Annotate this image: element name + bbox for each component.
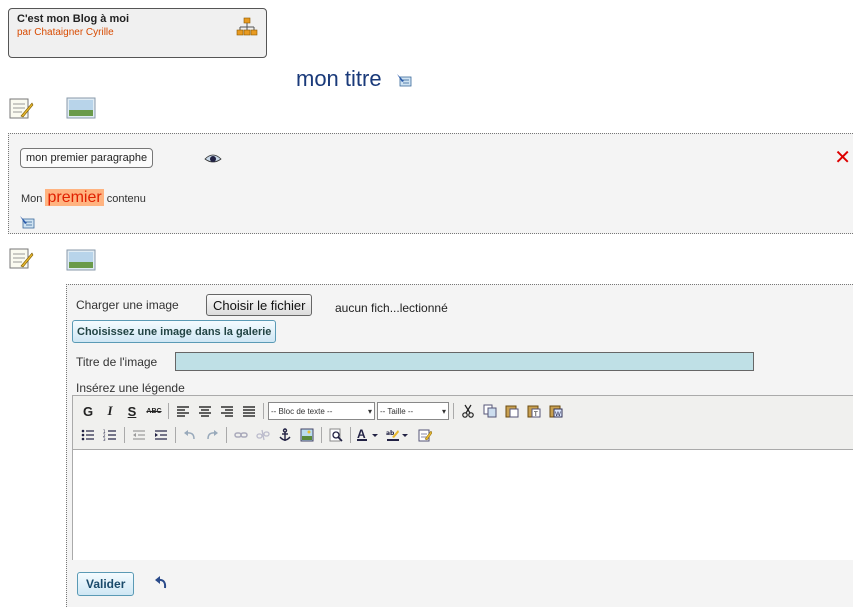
link-icon[interactable] (231, 425, 251, 445)
back-arrow-icon[interactable] (154, 576, 170, 595)
image-title-label: Titre de l'image (76, 355, 158, 369)
anchor-icon[interactable] (275, 425, 295, 445)
copy-icon[interactable] (480, 401, 500, 421)
toolbar-separator (321, 427, 322, 443)
zoom-icon[interactable] (326, 425, 346, 445)
align-right-icon[interactable] (217, 401, 237, 421)
toolbar-separator (263, 403, 264, 419)
outdent-icon[interactable] (129, 425, 149, 445)
notepad-edit-icon-2[interactable] (8, 246, 34, 273)
block-format-value: -- Bloc de texte -- (271, 406, 333, 416)
align-left-icon[interactable] (173, 401, 193, 421)
choose-file-button[interactable]: Choisir le fichier (206, 294, 313, 316)
caption-text-area[interactable] (73, 449, 853, 560)
rich-text-editor: G I S ABC -- Bloc de texte -- ▾ -- Taill… (72, 395, 853, 560)
toolbar-separator (175, 427, 176, 443)
toolbar-row-2: 123 A ab (77, 424, 436, 446)
sitemap-icon[interactable] (236, 17, 258, 42)
image-icon-2[interactable] (66, 248, 96, 275)
insert-image-icon[interactable] (297, 425, 317, 445)
redo-icon[interactable] (202, 425, 222, 445)
font-size-select[interactable]: -- Taille -- ▾ (377, 402, 449, 420)
chevron-down-icon: ▾ (367, 406, 372, 416)
notepad-edit-icon[interactable] (8, 96, 34, 123)
toolbar-separator (453, 403, 454, 419)
page-title: mon titre (296, 66, 412, 93)
undo-icon[interactable] (180, 425, 200, 445)
unlink-icon[interactable] (253, 425, 273, 445)
highlight-color-icon[interactable]: ab (385, 425, 413, 445)
highlighted-word: premier (45, 189, 104, 206)
paragraph-content-after: contenu (103, 193, 146, 205)
bullet-list-icon[interactable] (78, 425, 98, 445)
paste-word-icon[interactable]: W (546, 401, 566, 421)
blog-author: par Chataigner Cyrille (17, 27, 114, 38)
text-color-icon[interactable]: A (355, 425, 383, 445)
blog-header-card: C'est mon Blog à moi par Chataigner Cyri… (8, 8, 267, 58)
close-icon[interactable]: ✕ (834, 148, 851, 168)
toolbar-separator (226, 427, 227, 443)
svg-text:3: 3 (103, 437, 106, 441)
italic-button[interactable]: I (100, 401, 120, 421)
paste-icon[interactable] (502, 401, 522, 421)
block-format-select[interactable]: -- Bloc de texte -- ▾ (268, 402, 375, 420)
paragraph-block: mon premier paragraphe ✕ Mon premier con… (8, 133, 853, 234)
strike-button[interactable]: ABC (144, 401, 164, 421)
numbered-list-icon[interactable]: 123 (100, 425, 120, 445)
paragraph-content: Mon premier contenu (21, 189, 146, 207)
toolbar-row-1: G I S ABC -- Bloc de texte -- ▾ -- Taill… (77, 400, 567, 422)
image-editor-form: Charger une image Choisir le fichier auc… (66, 284, 853, 607)
svg-text:W: W (555, 411, 561, 418)
gallery-button[interactable]: Choisissez une image dans la galerie (72, 320, 277, 343)
paste-text-icon[interactable]: T (524, 401, 544, 421)
image-title-input[interactable] (175, 352, 754, 371)
toolbar-separator (124, 427, 125, 443)
align-center-icon[interactable] (195, 401, 215, 421)
blog-title: C'est mon Blog à moi (17, 13, 130, 25)
edit-content-icon[interactable] (19, 215, 35, 232)
submit-button[interactable]: Valider (77, 572, 135, 596)
indent-icon[interactable] (151, 425, 171, 445)
eye-icon[interactable] (204, 153, 222, 168)
toolbar-separator (168, 403, 169, 419)
image-icon[interactable] (66, 96, 96, 123)
paragraph-content-before: Mon (21, 193, 46, 205)
underline-button[interactable]: S (122, 401, 142, 421)
svg-text:T: T (533, 411, 538, 418)
bold-button[interactable]: G (78, 401, 98, 421)
no-file-text: aucun fich...lectionné (335, 301, 448, 315)
chevron-down-icon: ▾ (441, 406, 446, 416)
toolbar-separator (350, 427, 351, 443)
font-size-value: -- Taille -- (380, 406, 414, 416)
cut-icon[interactable] (458, 401, 478, 421)
caption-label: Insérez une légende (76, 381, 185, 395)
edit-source-icon[interactable] (415, 425, 435, 445)
page-title-text: mon titre (296, 66, 382, 91)
edit-title-icon[interactable] (396, 67, 412, 93)
paragraph-title[interactable]: mon premier paragraphe (20, 148, 154, 168)
align-justify-icon[interactable] (239, 401, 259, 421)
upload-label: Charger une image (76, 298, 179, 312)
